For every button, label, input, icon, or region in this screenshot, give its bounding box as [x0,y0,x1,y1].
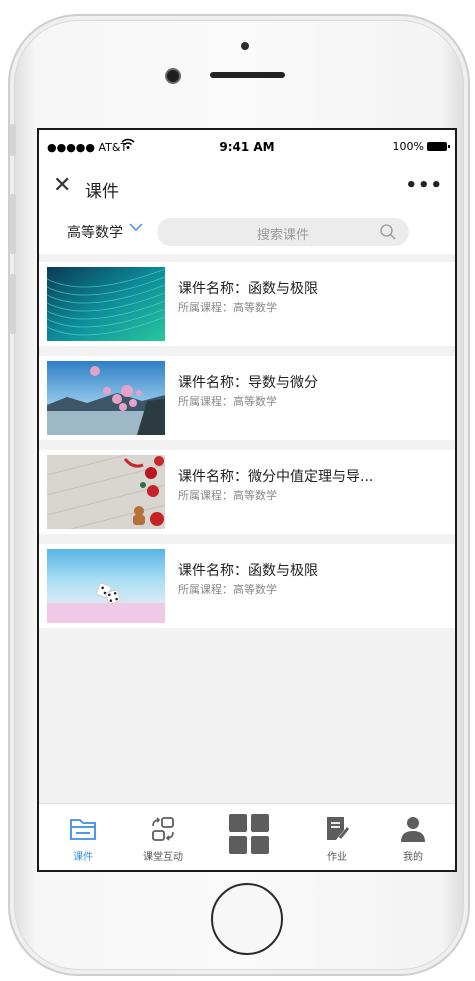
tab-homework[interactable]: 作业 [307,804,367,870]
chevron-down-icon[interactable] [129,220,143,236]
nav-bar: ✕ 课件 ••• [39,166,455,210]
tab-label: 课堂互动 [143,852,183,863]
interaction-icon [152,817,174,841]
courseware-item[interactable]: 课件名称：导数与微分 所属课程：高等数学 [39,356,455,440]
folder-icon [70,819,96,840]
volume-down-button [10,274,16,334]
battery-status: 100% [392,140,450,153]
tab-bar: 课件 课堂互动 作业 我的 [39,803,455,870]
search-input[interactable]: 搜索课件 [157,218,409,246]
courseware-list: 课件名称：函数与极限 所属课程：高等数学 课件名称：导数与微分 所属课程：高等数… [39,262,455,638]
tab-interaction[interactable]: 课堂互动 [133,804,193,870]
courseware-title: 课件名称：微分中值定理与导... [178,469,374,485]
more-icon[interactable]: ••• [405,175,443,196]
courseware-item[interactable]: 课件名称：微分中值定理与导... 所属课程：高等数学 [39,450,455,534]
courseware-item[interactable]: 课件名称：函数与极限 所属课程：高等数学 [39,544,455,628]
lake-balloons-image [47,361,165,435]
dice-image [47,549,165,623]
homework-icon [327,817,350,840]
courseware-course: 所属课程：高等数学 [178,301,277,314]
courseware-title: 课件名称：函数与极限 [178,281,318,297]
courseware-course: 所属课程：高等数学 [178,395,277,408]
home-button[interactable] [211,883,283,955]
courseware-title: 课件名称：函数与极限 [178,563,318,579]
teal-wave-image [47,267,165,341]
tab-label: 我的 [403,852,423,863]
grid-icon [229,814,269,854]
earpiece-speaker [210,72,285,78]
courseware-title: 课件名称：导数与微分 [178,375,318,391]
user-icon [401,817,425,842]
mute-switch [10,124,16,156]
filter-bar: 高等数学 搜索课件 [39,210,455,254]
proximity-sensor [241,42,249,50]
subject-selector[interactable]: 高等数学 [67,222,123,242]
tab-mine[interactable]: 我的 [383,804,443,870]
tab-center[interactable] [219,804,279,870]
status-bar: ●●●●● AT&T 9:41 AM 100% [39,130,455,166]
courseware-course: 所属课程：高等数学 [178,583,277,596]
search-icon[interactable] [379,223,397,241]
tab-courseware[interactable]: 课件 [53,804,113,870]
page-title: 课件 [85,182,119,202]
front-camera [167,70,179,82]
christmas-cookies-image [47,455,165,529]
battery-icon [427,142,450,151]
volume-up-button [10,194,16,254]
courseware-course: 所属课程：高等数学 [178,489,277,502]
tab-label: 课件 [73,852,93,863]
battery-percent: 100% [392,140,424,153]
search-placeholder: 搜索课件 [256,228,309,243]
close-icon[interactable]: ✕ [53,175,71,197]
app-screen: ●●●●● AT&T 9:41 AM 100% ✕ 课件 ••• 高等数学 搜索… [37,128,457,872]
tab-label: 作业 [327,852,347,863]
courseware-item[interactable]: 课件名称：函数与极限 所属课程：高等数学 [39,262,455,346]
